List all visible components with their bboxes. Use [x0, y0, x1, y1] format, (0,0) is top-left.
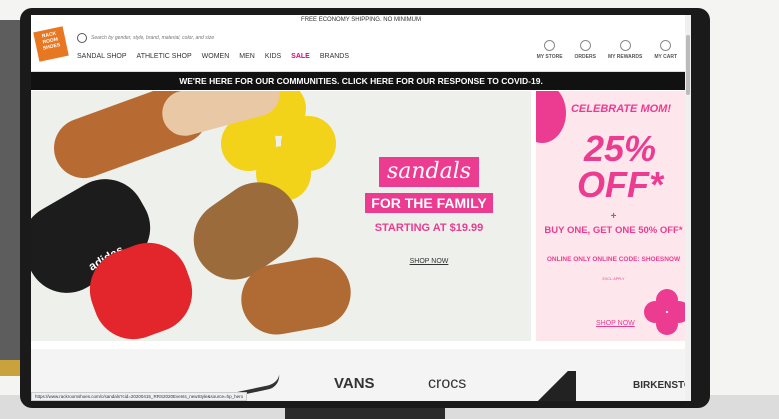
hero-subhead: FOR THE FAMILY — [365, 193, 493, 213]
nav-kids[interactable]: KIDS — [265, 53, 281, 60]
scrollbar-thumb[interactable] — [686, 35, 690, 95]
nav-women[interactable]: WOMEN — [202, 53, 230, 60]
search-input[interactable] — [91, 32, 471, 44]
crocs-logo[interactable]: crocs — [428, 375, 466, 393]
promo-online-code: ONLINE ONLY ONLINE CODE: SHOESNOW — [546, 256, 681, 263]
nav-sale[interactable]: SALE — [291, 53, 310, 60]
page-scrollbar[interactable] — [685, 15, 691, 401]
rewards-user-icon — [619, 40, 631, 51]
nav-athletic-shop[interactable]: ATHLETIC SHOP — [137, 53, 192, 60]
vans-logo[interactable]: VANS — [334, 375, 375, 392]
pink-flower-graphic — [644, 289, 690, 335]
my-cart-label: MY CART — [654, 54, 677, 60]
orders-label: ORDERS — [574, 54, 596, 60]
link-status-url: https://www.rackroomshoes.com/c/sandals?… — [31, 392, 248, 401]
hero-shop-now-link[interactable]: SHOP NOW — [410, 258, 449, 265]
hero-headline: sandals — [378, 157, 480, 187]
hero-price: STARTING AT $19.99 — [374, 222, 484, 234]
utility-nav: MY STORE ORDERS MY REWARDS MY CART — [537, 40, 677, 60]
promo-plus: + — [610, 211, 617, 222]
store-pin-icon — [544, 40, 556, 51]
my-store-link[interactable]: MY STORE — [537, 40, 563, 60]
nav-sandal-shop[interactable]: SANDAL SHOP — [77, 53, 127, 60]
promo-discount: 25% OFF* — [577, 128, 663, 205]
my-cart-link[interactable]: MY CART — [654, 40, 677, 60]
promo-shop-now-link[interactable]: SHOP NOW — [596, 320, 635, 327]
search-bar[interactable] — [77, 32, 497, 46]
hero-banner[interactable]: adidas sandals FOR THE FAMILY STARTING A… — [31, 91, 531, 341]
browser-viewport: FREE ECONOMY SHIPPING. NO MINIMUM RACK R… — [31, 15, 691, 401]
promo-bogo: BUY ONE, GET ONE 50% OFF* — [544, 225, 683, 236]
covid-banner[interactable]: WE'RE HERE FOR OUR COMMUNITIES. CLICK HE… — [31, 72, 691, 90]
promo-celebrate: CELEBRATE MOM! — [570, 103, 671, 115]
site-header: RACK ROOM SHOES SANDAL SHOP ATHLETIC SHO… — [31, 26, 691, 72]
shipping-banner[interactable]: FREE ECONOMY SHIPPING. NO MINIMUM — [31, 15, 691, 26]
orders-box-icon — [579, 40, 591, 51]
promo-fine-print: EXCL. APPLY — [602, 277, 625, 281]
my-rewards-label: MY REWARDS — [607, 54, 643, 60]
adidas-logo[interactable] — [536, 371, 576, 401]
hero-text: sandals FOR THE FAMILY STARTING AT $19.9… — [339, 157, 519, 268]
main-nav: SANDAL SHOP ATHLETIC SHOP WOMEN MEN KIDS… — [77, 53, 349, 60]
cart-icon — [660, 40, 672, 51]
orders-link[interactable]: ORDERS — [575, 40, 596, 60]
nav-men[interactable]: MEN — [239, 53, 255, 60]
promo-banner[interactable]: CELEBRATE MOM! 25% OFF* + BUY ONE, GET O… — [536, 91, 691, 341]
birkenstock-logo[interactable]: BIRKENSTOCK — [633, 380, 691, 391]
search-icon[interactable] — [77, 33, 87, 43]
nav-brands[interactable]: BRANDS — [320, 53, 349, 60]
my-rewards-link[interactable]: MY REWARDS — [608, 40, 642, 60]
rack-room-logo[interactable]: RACK ROOM SHOES — [33, 26, 69, 62]
my-store-label: MY STORE — [536, 54, 563, 60]
